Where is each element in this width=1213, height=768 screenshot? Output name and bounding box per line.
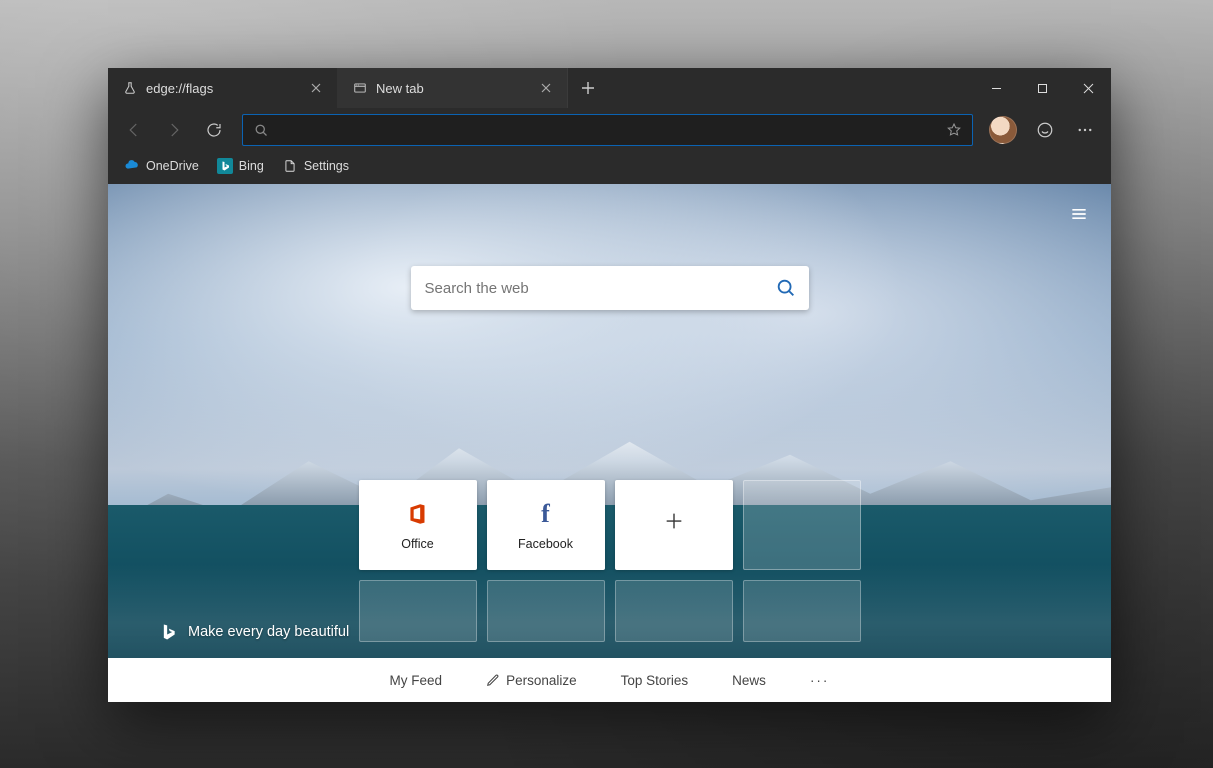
newtab-icon: [352, 80, 368, 96]
feed-more-button[interactable]: ···: [806, 667, 834, 694]
feed-label: Personalize: [506, 673, 577, 688]
tile-placeholder[interactable]: [743, 480, 861, 570]
feed-label: My Feed: [390, 673, 443, 688]
settings-more-button[interactable]: [1067, 112, 1103, 148]
favorite-label: Settings: [304, 159, 349, 173]
window-close-button[interactable]: [1065, 68, 1111, 108]
window-controls: [973, 68, 1111, 108]
maximize-button[interactable]: [1019, 68, 1065, 108]
tile-facebook[interactable]: f Facebook: [487, 480, 605, 570]
tile-placeholder[interactable]: [615, 580, 733, 642]
web-search-box[interactable]: [411, 266, 809, 310]
bing-tagline-text: Make every day beautiful: [188, 624, 349, 640]
bing-tagline[interactable]: Make every day beautiful: [158, 622, 349, 642]
feed-myfeed[interactable]: My Feed: [386, 667, 447, 694]
browser-window: edge://flags New tab: [108, 68, 1111, 702]
feed-personalize[interactable]: Personalize: [482, 667, 581, 694]
favorite-star-icon[interactable]: [942, 122, 966, 138]
feed-label: News: [732, 673, 766, 688]
tab-close-button[interactable]: [305, 77, 327, 99]
tab-close-button[interactable]: [535, 77, 557, 99]
minimize-button[interactable]: [973, 68, 1019, 108]
favorite-settings[interactable]: Settings: [274, 154, 357, 178]
address-input[interactable]: [273, 115, 942, 145]
favorite-label: Bing: [239, 159, 264, 173]
favorite-onedrive[interactable]: OneDrive: [116, 154, 207, 178]
ntp-menu-button[interactable]: [1065, 200, 1093, 228]
bing-icon: [217, 158, 233, 174]
web-search-input[interactable]: [411, 280, 763, 297]
forward-button[interactable]: [156, 112, 192, 148]
refresh-button[interactable]: [196, 112, 232, 148]
tab-newtab[interactable]: New tab: [338, 68, 568, 108]
tab-label: edge://flags: [146, 81, 297, 96]
feed-topstories[interactable]: Top Stories: [617, 667, 693, 694]
flask-icon: [122, 80, 138, 96]
favorite-label: OneDrive: [146, 159, 199, 173]
new-tab-page: Office f Facebook: [108, 184, 1111, 702]
page-icon: [282, 158, 298, 174]
feed-bar: My Feed Personalize Top Stories News ···: [108, 658, 1111, 702]
feed-label: Top Stories: [621, 673, 689, 688]
profile-avatar[interactable]: [989, 116, 1017, 144]
tile-add[interactable]: [615, 480, 733, 570]
back-button[interactable]: [116, 112, 152, 148]
web-search-button[interactable]: [763, 266, 809, 310]
toolbar: [108, 108, 1111, 152]
ellipsis-icon: ···: [810, 673, 830, 688]
favorites-bar: OneDrive Bing Settings: [108, 152, 1111, 184]
search-icon: [249, 123, 273, 138]
tile-placeholder[interactable]: [743, 580, 861, 642]
facebook-icon: f: [541, 499, 550, 529]
tab-label: New tab: [376, 81, 527, 96]
tab-flags[interactable]: edge://flags: [108, 68, 338, 108]
office-icon: [405, 499, 431, 529]
feedback-smiley-button[interactable]: [1027, 112, 1063, 148]
onedrive-icon: [124, 158, 140, 174]
plus-icon: [663, 506, 685, 536]
tab-strip: edge://flags New tab: [108, 68, 1111, 108]
feed-news[interactable]: News: [728, 667, 770, 694]
bing-icon: [158, 622, 178, 642]
address-bar[interactable]: [242, 114, 973, 146]
quick-links-tiles: Office f Facebook: [359, 480, 861, 642]
tile-label: Office: [401, 537, 433, 551]
pencil-icon: [486, 673, 500, 687]
tile-label: Facebook: [518, 537, 573, 551]
tile-placeholder[interactable]: [487, 580, 605, 642]
tile-office[interactable]: Office: [359, 480, 477, 570]
tile-placeholder[interactable]: [359, 580, 477, 642]
favorite-bing[interactable]: Bing: [209, 154, 272, 178]
new-tab-button[interactable]: [568, 68, 608, 108]
